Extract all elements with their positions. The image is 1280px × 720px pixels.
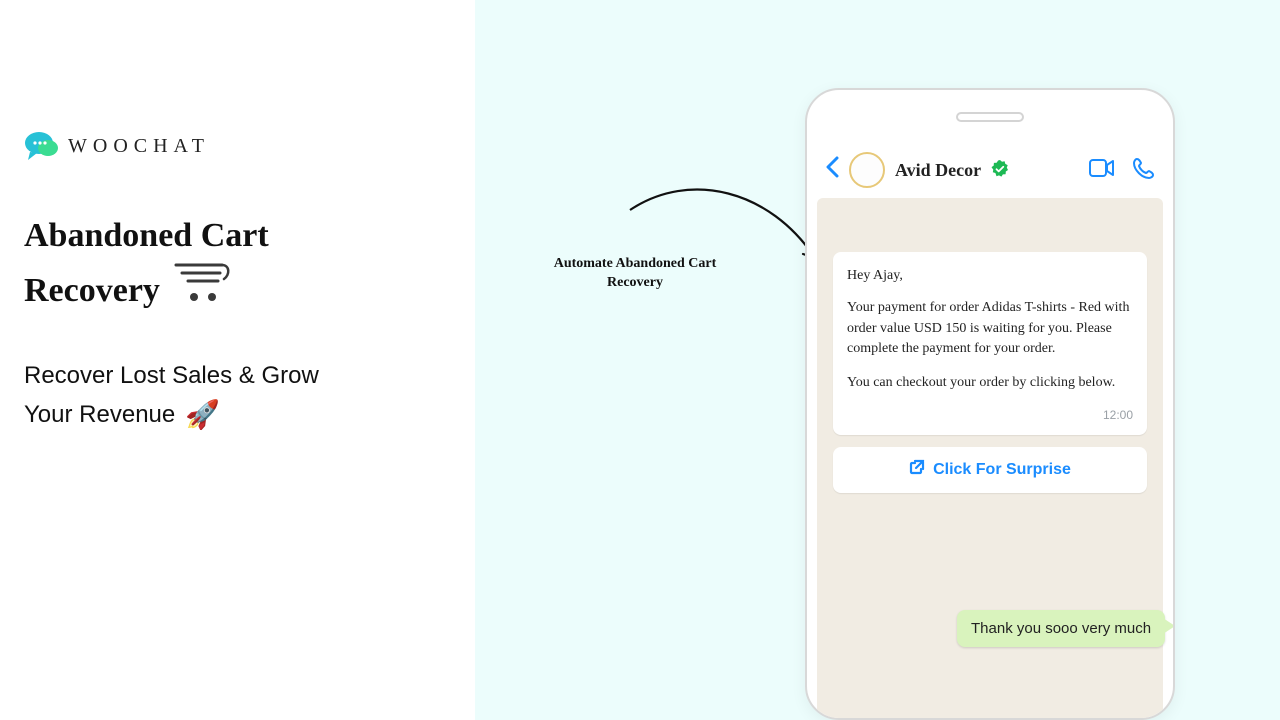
incoming-body-2: You can checkout your order by clicking … — [847, 373, 1133, 393]
chat-body: Hey Ajay, Your payment for order Adidas … — [817, 198, 1163, 718]
external-link-icon — [909, 459, 925, 480]
headline: Abandoned Cart Recovery — [24, 210, 455, 320]
incoming-greeting: Hey Ajay, — [847, 266, 1133, 286]
subhead-line2: Your Revenue — [24, 397, 175, 433]
outgoing-text: Thank you sooo very much — [971, 620, 1151, 637]
verified-badge-icon — [991, 160, 1009, 181]
arrow-annotation: Automate Abandoned Cart Recovery — [530, 255, 740, 293]
brand-name: WOOCHAT — [68, 135, 210, 158]
incoming-body-1: Your payment for order Adidas T-shirts -… — [847, 298, 1133, 359]
chat-bubble-icon — [24, 130, 56, 162]
marketing-copy-panel: WOOCHAT Abandoned Cart Recovery Re — [0, 0, 475, 720]
contact-name[interactable]: Avid Decor — [895, 160, 981, 181]
phone-mockup: Avid Decor Hey Ajay, Your payment for or… — [805, 88, 1175, 720]
outgoing-message-row: Thank you sooo very much 12:06 ✓✓ — [957, 610, 1175, 647]
headline-line2: Recovery — [24, 265, 160, 316]
cta-button[interactable]: Click For Surprise — [833, 447, 1147, 493]
phone-speaker — [956, 112, 1024, 122]
video-call-icon[interactable] — [1089, 159, 1115, 182]
cart-icon — [174, 261, 234, 320]
subhead-line1: Recover Lost Sales & Grow — [24, 358, 455, 394]
incoming-message: Hey Ajay, Your payment for order Adidas … — [833, 252, 1147, 435]
rocket-icon: 🚀 — [185, 394, 220, 436]
incoming-timestamp: 12:00 — [847, 407, 1133, 424]
brand-logo: WOOCHAT — [24, 130, 455, 162]
outgoing-message: Thank you sooo very much — [957, 610, 1165, 647]
contact-avatar[interactable] — [849, 152, 885, 188]
subheadline: Recover Lost Sales & Grow Your Revenue 🚀 — [24, 358, 455, 436]
headline-line1: Abandoned Cart — [24, 210, 455, 261]
back-icon[interactable] — [825, 156, 839, 185]
chat-header: Avid Decor — [815, 146, 1165, 194]
phone-call-icon[interactable] — [1133, 157, 1155, 184]
cta-label: Click For Surprise — [933, 461, 1071, 479]
